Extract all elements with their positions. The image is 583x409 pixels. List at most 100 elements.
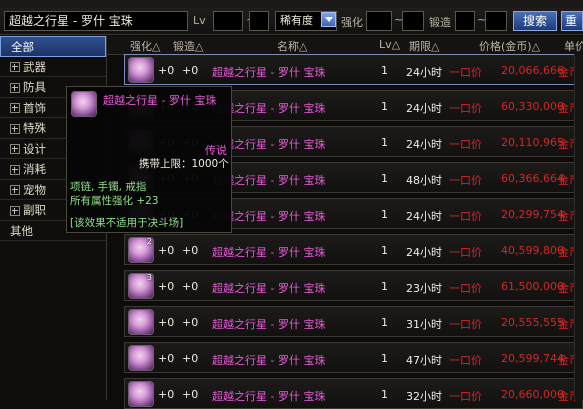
- orb-icon: 2: [128, 237, 154, 263]
- sidebar-item-label: 副职: [23, 203, 46, 217]
- expand-plus-icon[interactable]: [10, 123, 20, 134]
- sidebar-item-weapons[interactable]: 武器: [0, 57, 106, 77]
- enhance-min-input[interactable]: [366, 11, 392, 31]
- enhance-value: +0: [158, 388, 175, 401]
- sidebar-item-label: 武器: [23, 59, 46, 74]
- time-remaining: 47小时: [406, 354, 442, 367]
- price-value: 40,599,800: [501, 244, 564, 257]
- enhance-max-input[interactable]: [402, 11, 424, 31]
- lv-min-input[interactable]: [213, 11, 243, 31]
- expand-plus-icon[interactable]: [10, 185, 20, 195]
- forge-value: +0: [182, 388, 199, 401]
- expand-plus-icon[interactable]: [10, 62, 20, 72]
- price-value: 20,110,965: [501, 136, 564, 149]
- forge-min-input[interactable]: [455, 11, 475, 31]
- column-header-price[interactable]: 价格(金币)△: [479, 38, 540, 54]
- search-button[interactable]: 搜索: [513, 11, 557, 31]
- column-header-enhance[interactable]: 强化△: [130, 38, 160, 54]
- column-header-lv[interactable]: Lv△: [379, 38, 400, 51]
- level-value: 1: [381, 388, 388, 401]
- buyout-label: 一口价: [449, 210, 482, 223]
- price-value: 20,660,000: [501, 388, 564, 401]
- level-value: 1: [381, 352, 388, 365]
- enhance-value: +0: [158, 316, 175, 329]
- table-row[interactable]: +0 +0 超越之行星 - 罗什 宝珠 1 47小时 一口价 20,599,744 金币: [124, 342, 583, 373]
- orb-icon: [128, 309, 154, 335]
- buyout-label: 一口价: [449, 246, 482, 259]
- forge-value: +0: [182, 244, 199, 257]
- buyout-label: 一口价: [449, 102, 482, 115]
- item-name: 超越之行星 - 罗什 宝珠: [212, 66, 326, 79]
- orb-icon: [128, 57, 154, 83]
- sidebar-item-label: 防具: [23, 80, 46, 94]
- expand-plus-icon[interactable]: [10, 82, 20, 93]
- enhance-value: +0: [158, 244, 175, 257]
- tooltip-slots: 项链, 手镯, 戒指: [70, 181, 147, 193]
- forge-max-input[interactable]: [485, 11, 507, 31]
- enhance-label: 强化: [341, 16, 363, 29]
- time-remaining: 48小时: [406, 174, 442, 187]
- time-remaining: 24小时: [406, 66, 442, 79]
- lv-label: Lv: [193, 14, 206, 27]
- stack-count: 3: [146, 273, 152, 282]
- search-bar: 超越之行星 - 罗什 宝珠 Lv ~ 稀有度 强化 ~ 锻造 ~ 搜索 重置: [0, 8, 583, 35]
- lv-max-input[interactable]: [249, 11, 269, 31]
- buyout-label: 一口价: [449, 138, 482, 151]
- price-value: 60,366,664: [501, 172, 564, 185]
- sidebar-item-label: 宠物: [23, 182, 46, 197]
- item-name-search-input[interactable]: 超越之行星 - 罗什 宝珠: [4, 11, 188, 31]
- buyout-label: 一口价: [449, 354, 482, 367]
- price-value: 20,066,666: [501, 64, 564, 77]
- expand-plus-icon[interactable]: [10, 205, 20, 216]
- orb-icon: [128, 381, 154, 407]
- table-row[interactable]: 2 +0 +0 超越之行星 - 罗什 宝珠 1 24小时 一口价 40,599,800 金币: [124, 234, 583, 265]
- column-header-forge[interactable]: 锻造△: [173, 38, 203, 54]
- tooltip-stat: 所有属性强化 +23: [70, 195, 159, 207]
- column-header-name[interactable]: 名称△: [277, 38, 307, 54]
- item-name: 超越之行星 - 罗什 宝珠: [212, 354, 326, 367]
- column-header-time[interactable]: 期限△: [409, 38, 439, 54]
- expand-plus-icon[interactable]: [10, 144, 20, 154]
- expand-plus-icon[interactable]: [10, 164, 20, 175]
- enhance-value: +0: [158, 280, 175, 293]
- level-value: 1: [381, 244, 388, 257]
- buyout-label: 一口价: [449, 174, 482, 187]
- level-value: 1: [381, 64, 388, 77]
- forge-label: 锻造: [429, 16, 451, 29]
- stack-count: 2: [146, 237, 152, 246]
- tooltip-restriction: [该效果不适用于决斗场]: [70, 217, 184, 229]
- item-tooltip: 超越之行星 - 罗什 宝珠 传说 携带上限：1000个 项链, 手镯, 戒指 所…: [66, 86, 232, 233]
- level-value: 1: [381, 100, 388, 113]
- table-row[interactable]: 3 +0 +0 超越之行星 - 罗什 宝珠 1 23小时 一口价 61,500,000 金币: [124, 270, 583, 301]
- chevron-down-icon[interactable]: [321, 12, 336, 27]
- reset-button[interactable]: 重置: [561, 11, 583, 31]
- table-row[interactable]: +0 +0 超越之行星 - 罗什 宝珠 1 31小时 一口价 20,555,555 金币: [124, 306, 583, 337]
- orb-icon: 3: [128, 273, 154, 299]
- item-name: 超越之行星 - 罗什 宝珠: [212, 246, 326, 259]
- forge-value: +0: [182, 280, 199, 293]
- sidebar-item-label: 全部: [11, 40, 34, 54]
- column-header-unit[interactable]: 单价: [564, 38, 583, 54]
- level-value: 1: [381, 316, 388, 329]
- price-value: 20,599,744: [501, 352, 564, 365]
- time-remaining: 24小时: [406, 210, 442, 223]
- price-value: 61,500,000: [501, 280, 564, 293]
- forge-value: +0: [182, 352, 199, 365]
- orb-icon: [128, 345, 154, 371]
- level-value: 1: [381, 280, 388, 293]
- level-value: 1: [381, 136, 388, 149]
- table-row[interactable]: +0 +0 超越之行星 - 罗什 宝珠 1 24小时 一口价 20,066,666 金币: [124, 54, 583, 85]
- expand-plus-icon[interactable]: [10, 103, 20, 113]
- buyout-label: 一口价: [449, 390, 482, 403]
- sidebar-item-all[interactable]: 全部: [0, 36, 106, 57]
- orb-icon: [71, 91, 97, 117]
- time-remaining: 23小时: [406, 282, 442, 295]
- time-remaining: 31小时: [406, 318, 442, 331]
- table-row[interactable]: +0 +0 超越之行星 - 罗什 宝珠 1 32小时 一口价 20,660,000 金币: [124, 378, 583, 409]
- table-header: 强化△ 锻造△ 名称△ Lv△ 期限△ 价格(金币)△ 单价: [107, 36, 583, 55]
- level-value: 1: [381, 172, 388, 185]
- tooltip-carry-limit: 携带上限：1000个: [139, 158, 229, 170]
- enhance-value: +0: [158, 352, 175, 365]
- time-remaining: 32小时: [406, 390, 442, 403]
- scrollbar[interactable]: [574, 54, 583, 400]
